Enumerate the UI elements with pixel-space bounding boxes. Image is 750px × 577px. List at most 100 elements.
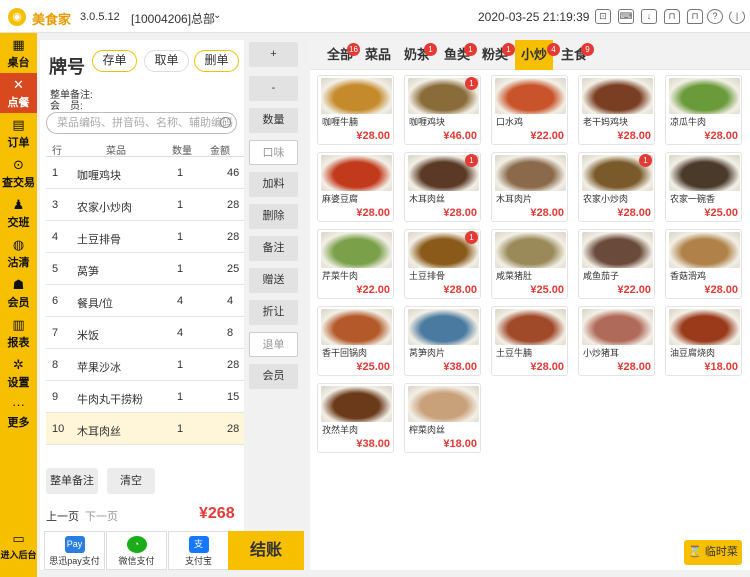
dish-card[interactable]: 咸菜猪肚 ¥25.00 bbox=[491, 229, 568, 299]
dish-card[interactable]: 咸鱼茄子 ¥22.00 bbox=[578, 229, 655, 299]
dish-card[interactable]: 小炒猪耳 ¥28.00 bbox=[578, 306, 655, 376]
delete-item-button[interactable]: 删除 bbox=[249, 204, 298, 229]
monitor-icon: ▭ bbox=[12, 531, 25, 546]
table-row[interactable]: 10 木耳肉丝 1 28 bbox=[46, 413, 244, 445]
table-row[interactable]: 5 莴笋 1 25 bbox=[46, 253, 244, 285]
dish-name: 口水鸡 bbox=[496, 117, 524, 127]
clear-button[interactable]: 清空 bbox=[107, 468, 155, 494]
table-row[interactable]: 7 米饭 4 8 bbox=[46, 317, 244, 349]
store-selector[interactable]: [10004206]总部 bbox=[131, 10, 215, 27]
decrease-button[interactable]: - bbox=[249, 76, 298, 101]
dish-card[interactable]: 麻婆豆腐 ¥28.00 bbox=[317, 152, 394, 222]
order-cell-name: 咖喱鸡块 bbox=[77, 170, 121, 182]
discount-button[interactable]: 折让 bbox=[249, 300, 298, 325]
keyboard-icon[interactable]: ⌨ bbox=[618, 9, 634, 24]
sidebar-item-reports[interactable]: ▥ 报表 bbox=[0, 313, 37, 353]
delete-order-button[interactable]: 删单 bbox=[194, 50, 239, 72]
add-topping-button[interactable]: 加料 bbox=[249, 172, 298, 197]
order-cell-no: 7 bbox=[52, 327, 59, 339]
remark-button[interactable]: 备注 bbox=[249, 236, 298, 261]
scan-icon[interactable]: ⊡ bbox=[595, 9, 611, 24]
order-cell-amount: 15 bbox=[227, 391, 240, 403]
refund-button[interactable]: 退单 bbox=[249, 332, 298, 357]
dish-card[interactable]: 孜然羊肉 ¥38.00 bbox=[317, 383, 394, 453]
dish-image bbox=[321, 386, 392, 422]
dish-image bbox=[321, 155, 392, 191]
table-row[interactable]: 4 土豆排骨 1 28 bbox=[46, 221, 244, 253]
dish-card[interactable]: 土豆排骨 ¥28.00 1 bbox=[404, 229, 481, 299]
order-cell-no: 5 bbox=[52, 263, 59, 275]
dish-name: 土豆排骨 bbox=[409, 271, 446, 281]
dish-card[interactable]: 口水鸡 ¥22.00 bbox=[491, 75, 568, 145]
dish-price: ¥28.00 bbox=[704, 130, 738, 142]
table-row[interactable]: 3 农家小炒肉 1 28 bbox=[46, 189, 244, 221]
order-cell-amount: 25 bbox=[227, 263, 240, 275]
sidebar-item-tables[interactable]: ▦ 桌台 bbox=[0, 33, 37, 73]
dish-image bbox=[321, 309, 392, 345]
dish-card[interactable]: 莴笋肉片 ¥38.00 bbox=[404, 306, 481, 376]
sidebar-item-more[interactable]: ··· 更多 bbox=[0, 393, 37, 433]
table-row[interactable]: 1 咖喱鸡块 1 46 bbox=[46, 157, 244, 189]
sidebar-item-members[interactable]: ☗ 会员 bbox=[0, 273, 37, 313]
dish-image bbox=[495, 309, 566, 345]
search-icon[interactable] bbox=[220, 117, 231, 128]
sidebar: ▦ 桌台 ✕ 点餐 ▤ 订单 ⊙ 查交易 ♟ 交班 ◍ 沽清 ☗ 会员 ▥ 报表 ✲ 设置 ···… bbox=[0, 33, 37, 577]
member-button[interactable]: 会员 bbox=[249, 364, 298, 389]
dish-search-input[interactable]: 菜品编码、拼音码、名称、辅助编码 bbox=[46, 112, 237, 134]
table-row[interactable]: 9 牛肉丸干捞粉 1 15 bbox=[46, 381, 244, 413]
dish-card[interactable]: 咖喱鸡块 ¥46.00 1 bbox=[404, 75, 481, 145]
dish-card[interactable]: 土豆牛腩 ¥28.00 bbox=[491, 306, 568, 376]
retrieve-order-button[interactable]: 取单 bbox=[144, 50, 189, 72]
sidebar-item-settings[interactable]: ✲ 设置 bbox=[0, 353, 37, 393]
taste-button[interactable]: 口味 bbox=[249, 140, 298, 165]
temp-dish-button[interactable]: ⌛ 临时菜 bbox=[684, 540, 742, 565]
dish-card[interactable]: 香干回锅肉 ¥25.00 bbox=[317, 306, 394, 376]
sidebar-item-handover[interactable]: ♟ 交班 bbox=[0, 193, 37, 233]
increase-button[interactable]: + bbox=[249, 42, 298, 67]
dish-card[interactable]: 咖喱牛腩 ¥28.00 bbox=[317, 75, 394, 145]
sidebar-item-backend[interactable]: ▭ 进入后台 bbox=[0, 527, 37, 571]
dish-card[interactable]: 农家一碗香 ¥25.00 bbox=[665, 152, 742, 222]
tab-1[interactable]: 菜品 bbox=[365, 40, 391, 70]
dish-card[interactable]: 香菇滑鸡 ¥28.00 bbox=[665, 229, 742, 299]
gift-button[interactable]: 赠送 bbox=[249, 268, 298, 293]
dish-name: 咖喱牛腩 bbox=[322, 117, 359, 127]
table-row[interactable]: 8 苹果沙冰 1 28 bbox=[46, 349, 244, 381]
sixun-pay-button[interactable]: Pay 思迅pay支付 bbox=[44, 531, 105, 570]
lock-icon[interactable]: ⊓ bbox=[687, 9, 703, 24]
alipay-button[interactable]: 支支付宝 bbox=[168, 531, 229, 570]
chevron-down-icon[interactable]: ⌄ bbox=[213, 10, 221, 21]
dish-name: 芹菜牛肉 bbox=[322, 271, 359, 281]
transaction-icon: ⊙ bbox=[13, 157, 24, 172]
soldout-icon: ◍ bbox=[12, 237, 25, 252]
sidebar-item-orders[interactable]: ▤ 订单 bbox=[0, 113, 37, 153]
dish-price: ¥28.00 bbox=[530, 207, 564, 219]
dish-card[interactable]: 油豆腐烧肉 ¥18.00 bbox=[665, 306, 742, 376]
download-icon[interactable]: ↓ bbox=[641, 9, 657, 24]
sidebar-item-transactions[interactable]: ⊙ 查交易 bbox=[0, 153, 37, 193]
sidebar-item-order-food[interactable]: ✕ 点餐 bbox=[0, 73, 37, 113]
dish-card[interactable]: 老干妈鸡块 ¥28.00 bbox=[578, 75, 655, 145]
order-cell-amount: 8 bbox=[227, 327, 234, 339]
dish-card[interactable]: 农家小炒肉 ¥28.00 1 bbox=[578, 152, 655, 222]
order-cell-amount: 28 bbox=[227, 231, 240, 243]
dish-card[interactable]: 木耳肉丝 ¥28.00 1 bbox=[404, 152, 481, 222]
quantity-button[interactable]: 数量 bbox=[249, 108, 298, 133]
wechat-pay-button[interactable]: ◔ 微信支付 bbox=[106, 531, 167, 570]
dish-card[interactable]: 凉瓜牛肉 ¥28.00 bbox=[665, 75, 742, 145]
sidebar-item-soldout[interactable]: ◍ 沽清 bbox=[0, 233, 37, 273]
prev-page-button[interactable]: 上一页 bbox=[46, 508, 79, 524]
dish-card[interactable]: 芹菜牛肉 ¥22.00 bbox=[317, 229, 394, 299]
dish-card[interactable]: 榨菜肉丝 ¥18.00 bbox=[404, 383, 481, 453]
power-icon[interactable]: | bbox=[729, 9, 745, 24]
order-table-header: 行 菜品 数量 金额 bbox=[46, 140, 244, 157]
alipay-icon: 支 bbox=[188, 536, 209, 553]
order-note-button[interactable]: 整单备注 bbox=[46, 468, 98, 494]
help-icon[interactable]: ? bbox=[707, 9, 723, 24]
tab-5[interactable]: 小炒 bbox=[515, 40, 554, 70]
lock-open-icon[interactable]: ⊓ bbox=[664, 9, 680, 24]
save-order-button[interactable]: 存单 bbox=[92, 50, 137, 72]
dish-card[interactable]: 木耳肉片 ¥28.00 bbox=[491, 152, 568, 222]
table-row[interactable]: 6 餐具/位 4 4 bbox=[46, 285, 244, 317]
next-page-button[interactable]: 下一页 bbox=[85, 508, 118, 524]
